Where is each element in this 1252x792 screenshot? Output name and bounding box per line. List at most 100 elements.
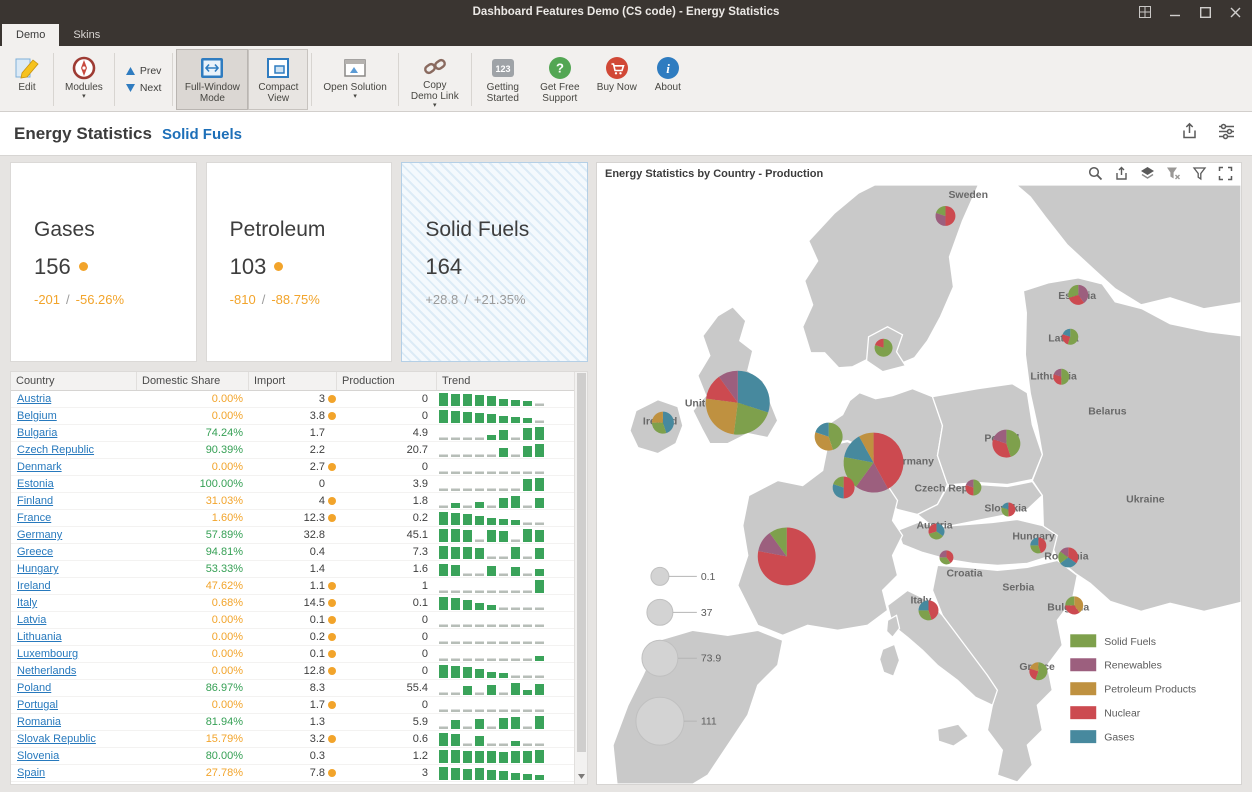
- map-pie[interactable]: [875, 339, 893, 357]
- map-pie[interactable]: [1058, 547, 1078, 567]
- country-link[interactable]: Finland: [17, 495, 53, 507]
- country-link[interactable]: Luxembourg: [17, 648, 78, 660]
- table-row[interactable]: Latvia0.00%0.10: [11, 612, 574, 629]
- country-link[interactable]: Estonia: [17, 478, 54, 490]
- country-link[interactable]: Greece: [17, 546, 53, 558]
- map-pie[interactable]: [758, 527, 816, 585]
- map-pie[interactable]: [928, 523, 944, 539]
- layout-icon[interactable]: [1130, 0, 1160, 24]
- table-row[interactable]: Hungary53.33%1.41.6: [11, 561, 574, 578]
- country-link[interactable]: Latvia: [17, 614, 46, 626]
- column-header-import[interactable]: Import: [249, 372, 337, 390]
- tab-skins[interactable]: Skins: [59, 24, 114, 46]
- map-pie[interactable]: [1053, 369, 1069, 385]
- table-row[interactable]: Ireland47.62%1.11: [11, 578, 574, 595]
- prev-button[interactable]: Prev: [126, 65, 162, 77]
- scrollbar-thumb[interactable]: [577, 373, 586, 752]
- map-pie[interactable]: [992, 430, 1020, 458]
- map-pie[interactable]: [965, 479, 981, 495]
- map-pie[interactable]: [1030, 537, 1046, 553]
- modules-button[interactable]: Modules ▾: [57, 49, 111, 110]
- map-pie[interactable]: [1068, 285, 1088, 305]
- map-pie[interactable]: [939, 550, 953, 564]
- country-link[interactable]: Denmark: [17, 461, 62, 473]
- get-free-support-button[interactable]: ? Get Free Support: [531, 49, 589, 110]
- table-row[interactable]: Greece94.81%0.47.3: [11, 544, 574, 561]
- zoom-icon[interactable]: [1088, 166, 1103, 181]
- country-link[interactable]: Slovak Republic: [17, 733, 96, 745]
- grid-scrollbar[interactable]: [574, 372, 587, 784]
- country-link[interactable]: Spain: [17, 767, 45, 779]
- column-header-production[interactable]: Production: [337, 372, 437, 390]
- country-link[interactable]: Belgium: [17, 410, 57, 422]
- map-pie[interactable]: [1065, 596, 1083, 614]
- map-pie[interactable]: [1029, 662, 1047, 680]
- table-row[interactable]: Slovenia80.00%0.31.2: [11, 748, 574, 765]
- map-pie[interactable]: [919, 600, 939, 620]
- country-link[interactable]: Austria: [17, 393, 51, 405]
- table-row[interactable]: Slovak Republic15.79%3.20.6: [11, 731, 574, 748]
- layers-icon[interactable]: [1140, 166, 1155, 181]
- country-link[interactable]: Hungary: [17, 563, 59, 575]
- column-header-domestic-share[interactable]: Domestic Share: [137, 372, 249, 390]
- clear-filter-icon[interactable]: [1166, 166, 1181, 181]
- map-pie[interactable]: [815, 423, 843, 451]
- country-link[interactable]: Poland: [17, 682, 51, 694]
- edit-button[interactable]: Edit: [4, 49, 50, 110]
- table-row[interactable]: Poland86.97%8.355.4: [11, 680, 574, 697]
- table-row[interactable]: France1.60%12.30.2: [11, 510, 574, 527]
- open-solution-button[interactable]: Open Solution ▾: [315, 49, 394, 110]
- country-link[interactable]: Netherlands: [17, 665, 76, 677]
- map-pie[interactable]: [833, 476, 855, 498]
- table-row[interactable]: Netherlands0.00%12.80: [11, 663, 574, 680]
- copy-demo-link-button[interactable]: Copy Demo Link ▾: [402, 49, 468, 110]
- table-row[interactable]: Bulgaria74.24%1.74.9: [11, 425, 574, 442]
- getting-started-button[interactable]: 123 Getting Started: [475, 49, 531, 110]
- table-row[interactable]: Italy0.68%14.50.1: [11, 595, 574, 612]
- table-row[interactable]: Spain27.78%7.83: [11, 765, 574, 782]
- table-row[interactable]: Austria0.00%30: [11, 391, 574, 408]
- country-link[interactable]: Lithuania: [17, 631, 62, 643]
- maximize-icon[interactable]: [1218, 166, 1233, 181]
- table-row[interactable]: Lithuania0.00%0.20: [11, 629, 574, 646]
- map-pie[interactable]: [706, 371, 770, 435]
- table-row[interactable]: Belgium0.00%3.80: [11, 408, 574, 425]
- country-link[interactable]: France: [17, 512, 51, 524]
- minimize-button[interactable]: [1160, 0, 1190, 24]
- export-icon[interactable]: [1180, 122, 1199, 146]
- country-link[interactable]: Bulgaria: [17, 427, 57, 439]
- column-header-trend[interactable]: Trend: [437, 372, 574, 390]
- table-row[interactable]: Denmark0.00%2.70: [11, 459, 574, 476]
- full-window-mode-button[interactable]: Full-Window Mode: [176, 49, 248, 110]
- maximize-button[interactable]: [1190, 0, 1220, 24]
- country-link[interactable]: Germany: [17, 529, 62, 541]
- scroll-down-button[interactable]: [575, 769, 587, 783]
- map-pie[interactable]: [935, 206, 955, 226]
- table-row[interactable]: Estonia100.00%03.9: [11, 476, 574, 493]
- kpi-card-gases[interactable]: Gases 156 -201/-56.26%: [10, 162, 197, 362]
- compact-view-button[interactable]: Compact View: [248, 49, 308, 110]
- map-pie[interactable]: [1062, 329, 1078, 345]
- export-icon[interactable]: [1114, 166, 1129, 181]
- buy-now-button[interactable]: Buy Now: [589, 49, 645, 110]
- tab-demo[interactable]: Demo: [2, 24, 59, 46]
- map-pie[interactable]: [652, 412, 674, 434]
- table-row[interactable]: Czech Republic90.39%2.220.7: [11, 442, 574, 459]
- table-row[interactable]: Romania81.94%1.35.9: [11, 714, 574, 731]
- country-link[interactable]: Romania: [17, 716, 61, 728]
- country-link[interactable]: Ireland: [17, 580, 51, 592]
- next-button[interactable]: Next: [126, 82, 162, 94]
- column-header-country[interactable]: Country: [11, 372, 137, 390]
- table-row[interactable]: Finland31.03%41.8: [11, 493, 574, 510]
- country-link[interactable]: Italy: [17, 597, 37, 609]
- europe-map[interactable]: SwedenEstoniaLatviaLithuaniaBelarusUkrai…: [597, 185, 1241, 784]
- table-row[interactable]: Portugal0.00%1.70: [11, 697, 574, 714]
- about-button[interactable]: i About: [645, 49, 691, 110]
- map-pie[interactable]: [1001, 502, 1015, 516]
- kpi-card-solid-fuels[interactable]: Solid Fuels 164 +28.8/+21.35%: [401, 162, 588, 362]
- kpi-card-petroleum[interactable]: Petroleum 103 -810/-88.75%: [206, 162, 393, 362]
- parameters-icon[interactable]: [1217, 122, 1236, 146]
- country-link[interactable]: Portugal: [17, 699, 58, 711]
- filter-icon[interactable]: [1192, 166, 1207, 181]
- table-row[interactable]: Germany57.89%32.845.1: [11, 527, 574, 544]
